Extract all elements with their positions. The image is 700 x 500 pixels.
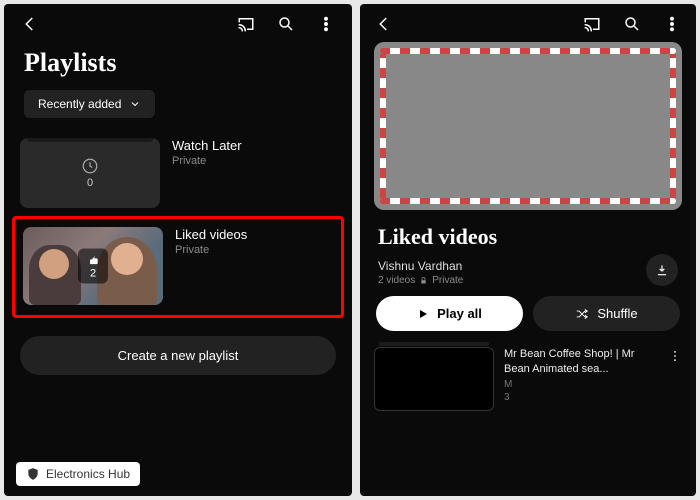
liked-overlay: 2	[78, 249, 108, 284]
cast-button[interactable]	[582, 14, 602, 34]
cast-button[interactable]	[236, 14, 256, 34]
shuffle-button[interactable]: Shuffle	[533, 296, 680, 331]
cast-icon	[237, 15, 255, 33]
lock-icon	[419, 276, 428, 285]
search-icon	[277, 15, 295, 33]
video-more-button[interactable]	[664, 347, 682, 368]
back-button[interactable]	[20, 14, 40, 34]
thumbs-up-icon	[86, 253, 100, 267]
play-row: Play all Shuffle	[360, 296, 696, 341]
back-button[interactable]	[374, 14, 394, 34]
topbar-actions	[236, 14, 336, 34]
watermark-badge: Electronics Hub	[16, 462, 140, 486]
playlist-title: Liked videos	[175, 227, 247, 242]
cast-icon	[583, 15, 601, 33]
meta-row: Vishnu Vardhan 2 videos Private	[360, 252, 696, 296]
video-thumb	[374, 347, 494, 411]
playlist-thumb: 0	[20, 138, 160, 208]
arrow-left-icon	[21, 15, 39, 33]
more-vert-icon	[317, 15, 335, 33]
playlist-info: Watch Later Private	[172, 138, 242, 167]
search-icon	[623, 15, 641, 33]
search-button[interactable]	[622, 14, 642, 34]
sort-chip[interactable]: Recently added	[24, 90, 155, 118]
sort-label: Recently added	[38, 97, 121, 111]
arrow-left-icon	[375, 15, 393, 33]
topbar-left	[4, 4, 352, 40]
shuffle-icon	[575, 307, 589, 321]
video-views: 3	[504, 392, 654, 403]
search-button[interactable]	[276, 14, 296, 34]
topbar-right	[360, 4, 696, 38]
video-channel: M	[504, 379, 654, 390]
video-info: Mr Bean Coffee Shop! | Mr Bean Animated …	[504, 347, 654, 403]
hero-thumb[interactable]	[360, 38, 696, 216]
shield-icon	[26, 467, 40, 481]
more-vert-icon	[663, 15, 681, 33]
liked-videos-screen: Liked videos Vishnu Vardhan 2 videos Pri…	[360, 4, 696, 496]
playlist-info: Liked videos Private	[175, 227, 247, 256]
play-label: Play all	[437, 306, 482, 321]
playlist-item-watch-later[interactable]: 0 Watch Later Private	[4, 132, 352, 214]
playlist-title: Liked videos	[360, 216, 696, 252]
video-count: 2 videos	[378, 275, 415, 286]
chevron-down-icon	[129, 98, 141, 110]
video-item[interactable]: Mr Bean Coffee Shop! | Mr Bean Animated …	[360, 341, 696, 417]
playlist-subtitle: Private	[175, 244, 247, 256]
playlist-subtitle: Private	[172, 155, 242, 167]
liked-count: 2	[90, 268, 96, 280]
playlist-count: 0	[87, 177, 93, 189]
video-title: Mr Bean Coffee Shop! | Mr Bean Animated …	[504, 347, 654, 377]
download-icon	[655, 263, 669, 277]
shuffle-label: Shuffle	[597, 306, 637, 321]
play-all-button[interactable]: Play all	[376, 296, 523, 331]
playlist-thumb-liked: 2	[23, 227, 163, 305]
play-icon	[417, 308, 429, 320]
playlist-title: Watch Later	[172, 138, 242, 153]
playlists-screen: Playlists Recently added 0 Watch Later P…	[4, 4, 352, 496]
watermark-text: Electronics Hub	[46, 467, 130, 481]
more-vert-icon	[668, 349, 682, 363]
privacy-label: Private	[432, 275, 463, 286]
owner-name[interactable]: Vishnu Vardhan	[378, 259, 463, 273]
page-title: Playlists	[4, 40, 352, 90]
playlist-item-liked[interactable]: 2 Liked videos Private	[12, 216, 344, 318]
topbar-actions	[582, 14, 682, 34]
create-playlist-button[interactable]: Create a new playlist	[20, 336, 336, 375]
more-button[interactable]	[662, 14, 682, 34]
clock-icon	[81, 157, 99, 175]
more-button[interactable]	[316, 14, 336, 34]
download-button[interactable]	[646, 254, 678, 286]
